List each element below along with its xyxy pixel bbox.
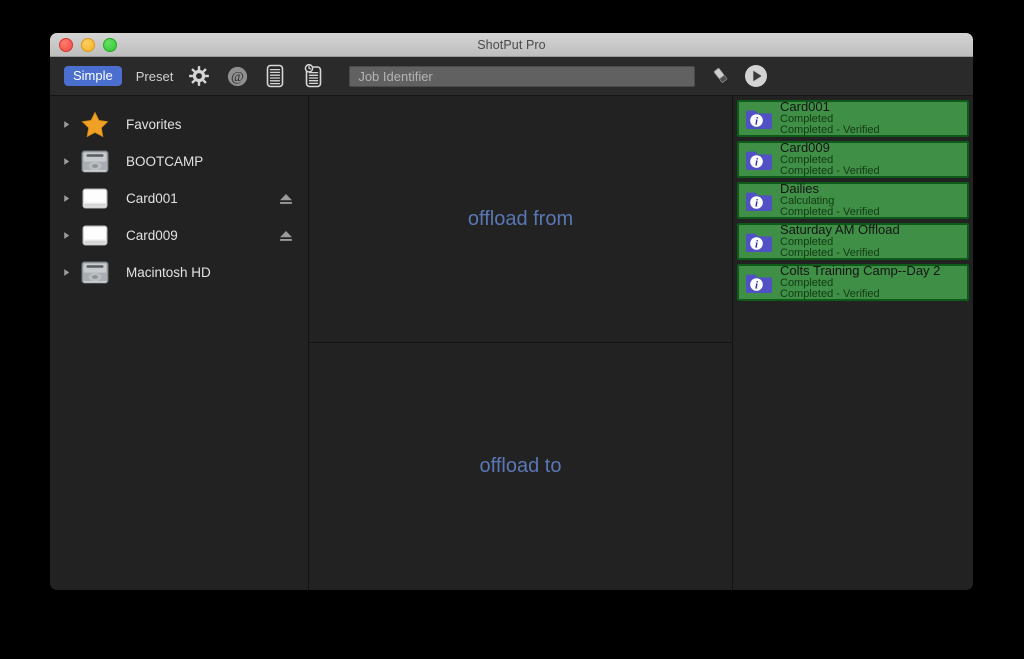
job-detail: Completed - Verified [780, 289, 940, 301]
sidebar-item-label: Favorites [126, 117, 182, 132]
main-body: Favorites BOOTCAMP [50, 96, 973, 590]
job-detail: Completed - Verified [780, 248, 900, 260]
app-window: ShotPut Pro Simple Preset [50, 33, 973, 590]
volume-icon [78, 221, 112, 251]
gear-icon[interactable] [187, 63, 211, 89]
job-list-item[interactable]: i Saturday AM Offload Completed Complete… [737, 223, 969, 260]
svg-text:@: @ [231, 70, 244, 85]
job-detail: Completed - Verified [780, 166, 880, 178]
chevron-right-icon[interactable] [62, 231, 76, 240]
sidebar-item-label: Card001 [126, 191, 178, 206]
source-sidebar: Favorites BOOTCAMP [50, 96, 308, 590]
info-icon[interactable]: i [744, 107, 774, 131]
job-name: Card009 [780, 141, 880, 155]
eject-icon[interactable] [278, 191, 294, 207]
job-name: Card001 [780, 100, 880, 114]
at-sign-icon[interactable]: @ [225, 63, 249, 89]
job-list-item[interactable]: i Colts Training Camp--Day 2 Completed C… [737, 264, 969, 301]
job-detail: Completed - Verified [780, 125, 880, 137]
sidebar-item-bootcamp[interactable]: BOOTCAMP [50, 143, 308, 180]
play-button[interactable] [743, 63, 769, 89]
minimize-window-button[interactable] [81, 38, 95, 52]
offload-to-label: offload to [480, 455, 562, 478]
hard-drive-icon [78, 258, 112, 288]
sidebar-item-card001[interactable]: Card001 [50, 180, 308, 217]
offload-from-label: offload from [468, 208, 573, 231]
history-report-icon[interactable] [301, 63, 325, 89]
job-text-group: Card009 Completed Completed - Verified [780, 141, 880, 178]
offload-from-dropzone[interactable]: offload from [309, 96, 732, 343]
job-name: Saturday AM Offload [780, 223, 900, 237]
job-text-group: Colts Training Camp--Day 2 Completed Com… [780, 264, 940, 301]
eject-icon[interactable] [278, 228, 294, 244]
job-text-group: Dailies Calculating Completed - Verified [780, 182, 880, 219]
job-detail: Completed - Verified [780, 207, 880, 219]
erase-icon[interactable] [709, 64, 733, 88]
job-identifier-input[interactable] [349, 66, 695, 87]
window-controls [59, 33, 117, 56]
close-window-button[interactable] [59, 38, 73, 52]
job-list-item[interactable]: i Dailies Calculating Completed - Verifi… [737, 182, 969, 219]
sidebar-item-favorites[interactable]: Favorites [50, 106, 308, 143]
report-icon[interactable] [263, 63, 287, 89]
chevron-right-icon[interactable] [62, 120, 76, 129]
sidebar-item-label: Macintosh HD [126, 265, 211, 280]
job-text-group: Saturday AM Offload Completed Completed … [780, 223, 900, 260]
offload-panels: offload from offload to [308, 96, 733, 590]
job-list: i Card001 Completed Completed - Verified… [733, 96, 973, 590]
star-icon [78, 110, 112, 140]
job-list-item[interactable]: i Card001 Completed Completed - Verified [737, 100, 969, 137]
window-title: ShotPut Pro [477, 38, 546, 52]
info-icon[interactable]: i [744, 230, 774, 254]
info-icon[interactable]: i [744, 148, 774, 172]
job-name: Colts Training Camp--Day 2 [780, 264, 940, 278]
job-list-item[interactable]: i Card009 Completed Completed - Verified [737, 141, 969, 178]
job-text-group: Card001 Completed Completed - Verified [780, 100, 880, 137]
maximize-window-button[interactable] [103, 38, 117, 52]
toolbar: Simple Preset [50, 57, 973, 96]
info-icon[interactable]: i [744, 271, 774, 295]
chevron-right-icon[interactable] [62, 157, 76, 166]
sidebar-item-macintosh-hd[interactable]: Macintosh HD [50, 254, 308, 291]
volume-icon [78, 184, 112, 214]
chevron-right-icon[interactable] [62, 194, 76, 203]
sidebar-item-label: BOOTCAMP [126, 154, 203, 169]
hard-drive-icon [78, 147, 112, 177]
mode-toggle-simple[interactable]: Simple [64, 66, 122, 86]
job-identifier-group [349, 63, 973, 89]
sidebar-item-label: Card009 [126, 228, 178, 243]
window-titlebar: ShotPut Pro [50, 33, 973, 57]
sidebar-item-card009[interactable]: Card009 [50, 217, 308, 254]
info-icon[interactable]: i [744, 189, 774, 213]
chevron-right-icon[interactable] [62, 268, 76, 277]
job-name: Dailies [780, 182, 880, 196]
mode-toggle-preset[interactable]: Preset [136, 70, 174, 83]
offload-to-dropzone[interactable]: offload to [309, 343, 732, 590]
